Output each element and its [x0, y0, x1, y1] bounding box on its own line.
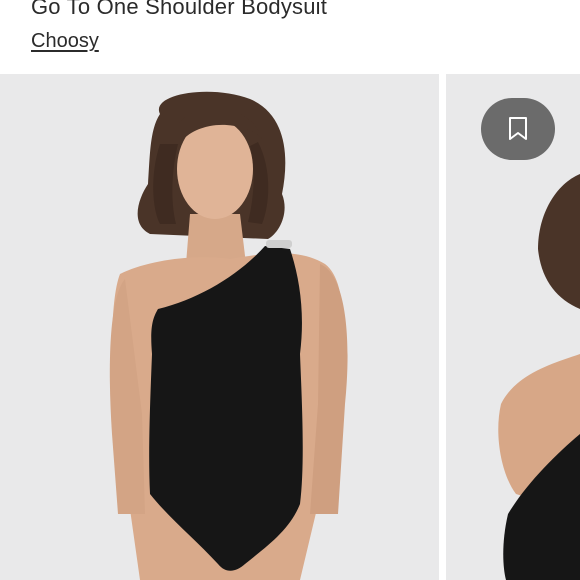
product-header: Go To One Shoulder Bodysuit Choosy: [0, 0, 580, 74]
product-title: Go To One Shoulder Bodysuit: [31, 0, 328, 19]
product-image-front[interactable]: [0, 74, 439, 580]
model-illustration-front: [109, 91, 348, 580]
brand-link[interactable]: Choosy: [31, 30, 99, 53]
bookmark-button[interactable]: [481, 98, 555, 160]
bookmark-icon: [509, 117, 527, 140]
